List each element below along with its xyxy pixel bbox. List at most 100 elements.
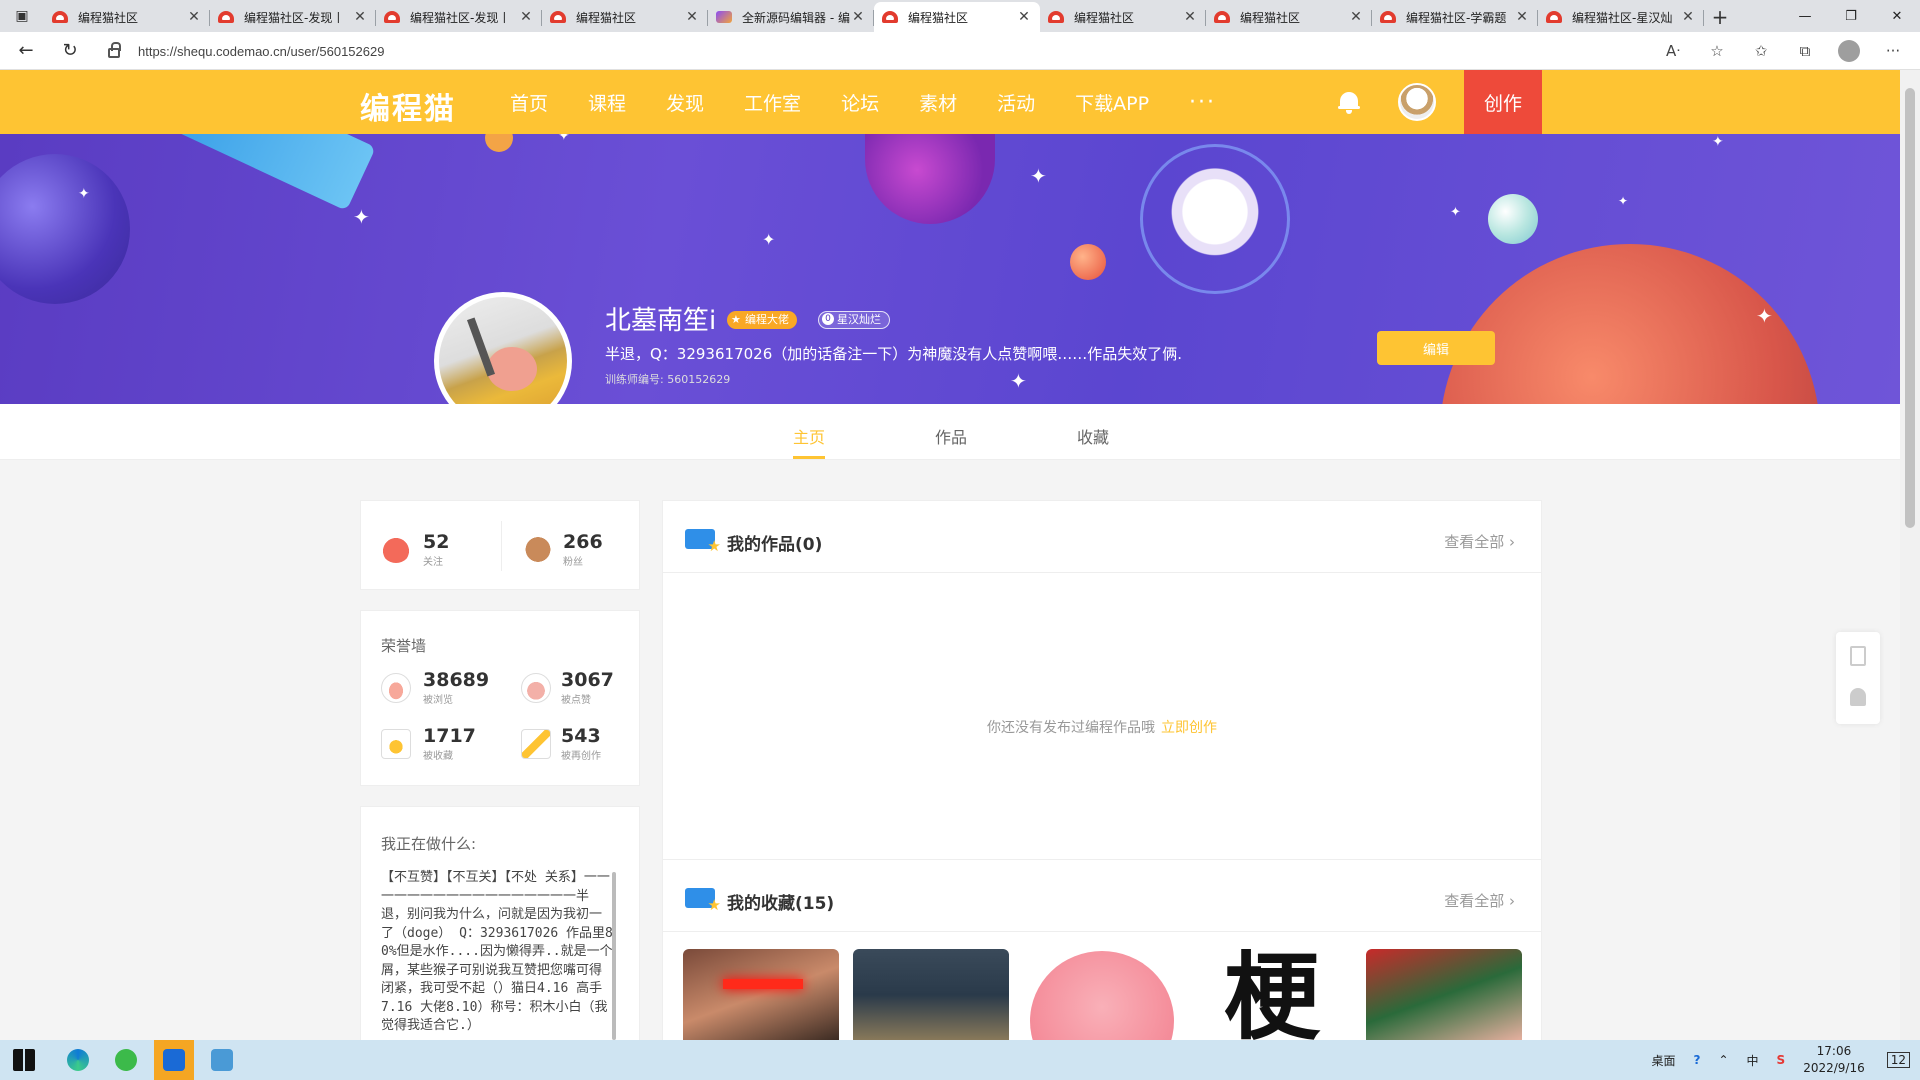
profile-icon[interactable]	[1834, 36, 1864, 66]
settings-more-icon[interactable]: ···	[1878, 36, 1908, 66]
collections-view-all-link[interactable]: 查看全部 ›	[1444, 890, 1515, 911]
browser-tab[interactable]: 编程猫社区 ✕	[44, 2, 210, 32]
header-avatar[interactable]	[1398, 83, 1436, 121]
close-tab-icon[interactable]: ✕	[186, 9, 202, 25]
codemao-favicon-icon	[1380, 11, 1396, 23]
security-app-icon[interactable]: S	[1777, 1053, 1786, 1067]
close-tab-icon[interactable]: ✕	[684, 9, 700, 25]
anime-character-decoration	[1030, 951, 1174, 1041]
browser-tab[interactable]: 编程猫社区 ✕	[1206, 2, 1372, 32]
site-logo[interactable]: 编程猫	[360, 84, 456, 128]
restore-icon[interactable]: ❐	[1828, 0, 1874, 32]
collection-thumb[interactable]	[853, 949, 1009, 1041]
fans-stat[interactable]: 266 粉丝	[523, 531, 633, 571]
browser-tab[interactable]: 编程猫社区 ✕	[542, 2, 708, 32]
address-bar: ← ↻ https://shequ.codemao.cn/user/560152…	[0, 32, 1920, 70]
create-button[interactable]: 创作	[1464, 70, 1542, 134]
tab-home[interactable]: 主页	[793, 424, 826, 459]
nav-forum[interactable]: 论坛	[841, 89, 879, 116]
lock-icon[interactable]	[108, 42, 121, 58]
nav-more-icon[interactable]: ···	[1189, 90, 1216, 115]
collections-icon	[685, 888, 721, 914]
codemao-favicon-icon	[550, 11, 566, 23]
windows-taskbar: 桌面 ? ⌃ 中 S 17:06 2022/9/16 12	[0, 1040, 1920, 1080]
star-decoration: ✦	[1030, 164, 1047, 188]
following-stat[interactable]: 52 关注	[381, 531, 491, 571]
paint-app-icon[interactable]	[202, 1040, 242, 1080]
taskbar-clock[interactable]: 17:06 2022/9/16	[1803, 1043, 1865, 1077]
my-works-header: 我的作品(0) 查看全部 ›	[663, 501, 1541, 573]
browser-tab[interactable]: 编程猫社区 ✕	[1040, 2, 1206, 32]
desktop-label[interactable]: 桌面	[1651, 1052, 1675, 1069]
star-decoration: ✦	[1450, 205, 1461, 220]
nav-discover[interactable]: 发现	[666, 89, 704, 116]
help-icon[interactable]: ?	[1693, 1053, 1700, 1067]
close-tab-icon[interactable]: ✕	[1182, 9, 1198, 25]
nav-home[interactable]: 首页	[510, 89, 548, 116]
star-decoration: ✦	[762, 230, 776, 249]
new-tab-icon[interactable]: +	[1704, 2, 1736, 32]
edge-icon[interactable]	[58, 1040, 98, 1080]
site-header: 编程猫 首页 课程 发现 工作室 论坛 素材 活动 下载APP ··· 创作	[0, 70, 1900, 134]
minimize-icon[interactable]: —	[1782, 0, 1828, 32]
wechat-icon[interactable]	[106, 1040, 146, 1080]
tab-actions-menu-icon[interactable]: ▣	[0, 0, 44, 32]
browser-tab[interactable]: 编程猫社区-发现丨 ✕	[376, 2, 542, 32]
close-tab-icon[interactable]: ✕	[1348, 9, 1364, 25]
windows-start-icon[interactable]	[4, 1040, 44, 1080]
close-tab-icon[interactable]: ✕	[850, 9, 866, 25]
collection-thumb[interactable]	[1024, 949, 1180, 1041]
nav-studio[interactable]: 工作室	[744, 89, 801, 116]
close-tab-icon[interactable]: ✕	[518, 9, 534, 25]
qq-icon[interactable]	[1850, 688, 1866, 706]
codemao-favicon-icon	[384, 11, 400, 23]
honor-wall-title: 荣誉墙	[381, 637, 427, 655]
tray-expand-icon[interactable]: ⌃	[1718, 1053, 1728, 1067]
read-aloud-icon[interactable]: Aᐧ	[1658, 36, 1688, 66]
system-tray: 桌面 ? ⌃ 中 S 17:06 2022/9/16 12	[1651, 1040, 1920, 1080]
create-now-link[interactable]: 立即创作	[1161, 720, 1217, 736]
close-tab-icon[interactable]: ✕	[1514, 9, 1530, 25]
close-tab-icon[interactable]: ✕	[1680, 9, 1696, 25]
back-arrow-icon[interactable]: ←	[8, 33, 44, 69]
url-text[interactable]: https://shequ.codemao.cn/user/560152629	[138, 44, 384, 59]
close-tab-icon[interactable]: ✕	[1016, 9, 1032, 25]
close-window-icon[interactable]: ✕	[1874, 0, 1920, 32]
works-view-all-link[interactable]: 查看全部 ›	[1444, 531, 1515, 552]
star-decoration: ✦	[1010, 369, 1027, 393]
level-badge[interactable]: 编程大佬	[727, 311, 797, 329]
page-scrollbar[interactable]	[1900, 70, 1920, 1040]
refresh-icon[interactable]: ↻	[52, 33, 88, 69]
nav-download-app[interactable]: 下载APP	[1075, 89, 1149, 116]
username: 北墓南笙i	[605, 306, 717, 336]
doing-scrollbar[interactable]	[612, 872, 616, 1040]
add-favorite-icon[interactable]: ☆	[1702, 36, 1732, 66]
favorites-icon[interactable]: ✩	[1746, 36, 1776, 66]
nav-materials[interactable]: 素材	[919, 89, 957, 116]
collection-thumb[interactable]	[683, 949, 839, 1041]
mobile-icon[interactable]	[1850, 646, 1866, 666]
browser-tab-active[interactable]: 编程猫社区 ✕	[874, 2, 1040, 32]
app-icon[interactable]	[154, 1040, 194, 1080]
honor-badge[interactable]: 星汉灿烂	[818, 311, 890, 329]
url-field[interactable]: https://shequ.codemao.cn/user/560152629	[108, 36, 1708, 66]
notification-bell-icon[interactable]	[1338, 90, 1360, 114]
nav-courses[interactable]: 课程	[588, 89, 626, 116]
ime-indicator[interactable]: 中	[1747, 1052, 1759, 1069]
browser-tab[interactable]: 全新源码编辑器 - 编 ✕	[708, 2, 874, 32]
collections-icon[interactable]: ⧉	[1790, 36, 1820, 66]
works-icon	[685, 529, 721, 555]
tab-works[interactable]: 作品	[935, 424, 967, 448]
close-tab-icon[interactable]: ✕	[352, 9, 368, 25]
browser-tab[interactable]: 编程猫社区-发现丨 ✕	[210, 2, 376, 32]
notification-center-icon[interactable]: 12	[1886, 1052, 1910, 1068]
window-controls: — ❐ ✕	[1782, 0, 1920, 32]
browser-tab[interactable]: 编程猫社区-星汉灿 ✕	[1538, 2, 1704, 32]
browser-tab[interactable]: 编程猫社区-学霸题 ✕	[1372, 2, 1538, 32]
collection-thumb[interactable]	[1366, 949, 1522, 1041]
collection-thumb[interactable]: 梗	[1194, 949, 1350, 1041]
tab-collections[interactable]: 收藏	[1077, 424, 1109, 448]
nav-events[interactable]: 活动	[997, 89, 1035, 116]
codemao-favicon-icon	[882, 11, 898, 23]
edit-profile-button[interactable]: 编辑	[1377, 331, 1495, 365]
